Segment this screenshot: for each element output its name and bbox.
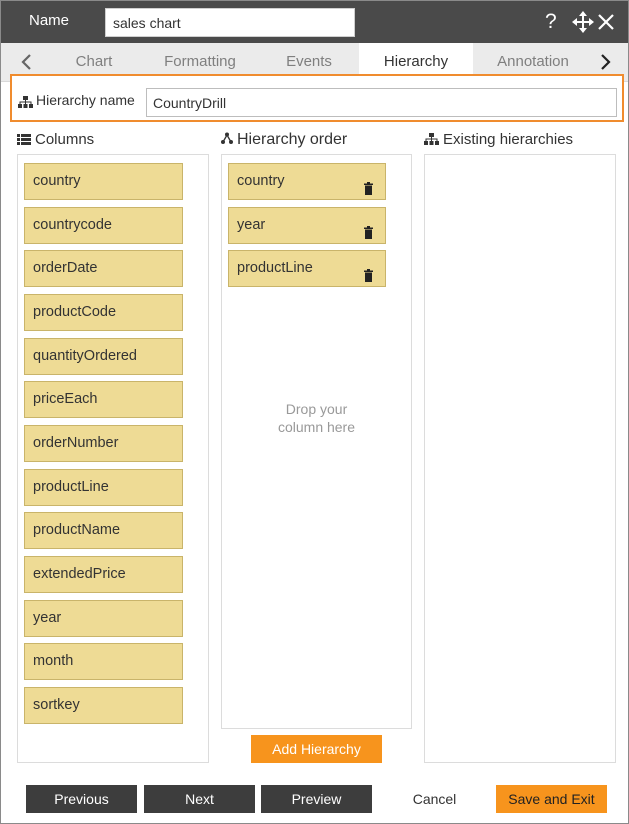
drop-hint: Drop your column here — [222, 400, 411, 436]
previous-button[interactable]: Previous — [26, 785, 137, 813]
trash-icon[interactable] — [364, 174, 373, 195]
order-chip-country[interactable]: country — [228, 163, 386, 200]
chart-dialog: Name ? — [0, 0, 629, 824]
close-icon[interactable] — [597, 9, 615, 38]
order-chip-year[interactable]: year — [228, 207, 386, 244]
cancel-button[interactable]: Cancel — [379, 785, 490, 813]
column-chip-sortkey[interactable]: sortkey — [24, 687, 183, 724]
columns-title-text: Columns — [35, 131, 95, 148]
trash-icon[interactable] — [364, 218, 373, 239]
order-chip-label: productLine — [237, 260, 313, 276]
column-chip-country[interactable]: country — [24, 163, 183, 200]
hierarchy-icon — [18, 95, 33, 113]
hierarchy-order-title: Hierarchy order — [221, 131, 347, 149]
column-chip-productcode[interactable]: productCode — [24, 294, 183, 331]
column-chip-productname[interactable]: productName — [24, 512, 183, 549]
order-chip-label: year — [237, 217, 266, 233]
hierarchy-icon — [424, 132, 439, 149]
hierarchy-name-row: Hierarchy name — [10, 74, 624, 122]
columns-panel: country countrycode orderDate productCod… — [17, 154, 209, 763]
preview-button[interactable]: Preview — [261, 785, 372, 813]
hierarchy-name-label: Hierarchy name — [36, 92, 135, 108]
next-button[interactable]: Next — [144, 785, 255, 813]
list-icon — [17, 132, 31, 149]
drop-hint-text: Drop your column here — [277, 401, 356, 435]
name-label: Name — [29, 12, 70, 29]
chart-name-input[interactable] — [105, 8, 355, 37]
help-icon[interactable]: ? — [545, 9, 557, 35]
save-and-exit-button[interactable]: Save and Exit — [496, 785, 607, 813]
column-chip-quantityordered[interactable]: quantityOrdered — [24, 338, 183, 375]
add-hierarchy-button[interactable]: Add Hierarchy — [251, 735, 382, 763]
column-chip-month[interactable]: month — [24, 643, 183, 680]
move-icon[interactable] — [572, 9, 594, 40]
hierarchy-order-panel[interactable]: country year productLine Drop your colum… — [221, 154, 412, 729]
existing-hierarchies-panel — [424, 154, 616, 763]
order-chip-productline[interactable]: productLine — [228, 250, 386, 287]
column-chip-priceeach[interactable]: priceEach — [24, 381, 183, 418]
dialog-header: Name ? — [1, 1, 628, 43]
column-chip-ordernumber[interactable]: orderNumber — [24, 425, 183, 462]
trash-icon[interactable] — [364, 261, 373, 282]
columns-title: Columns — [17, 131, 94, 149]
existing-hierarchies-title-text: Existing hierarchies — [443, 131, 574, 148]
hierarchy-name-input[interactable] — [146, 88, 617, 117]
column-chip-extendedprice[interactable]: extendedPrice — [24, 556, 183, 593]
hierarchy-order-title-text: Hierarchy order — [237, 131, 348, 149]
column-chip-year[interactable]: year — [24, 600, 183, 637]
column-chip-orderdate[interactable]: orderDate — [24, 250, 183, 287]
order-chip-label: country — [237, 173, 285, 189]
existing-hierarchies-title: Existing hierarchies — [424, 131, 573, 149]
column-chip-countrycode[interactable]: countrycode — [24, 207, 183, 244]
sitemap-icon — [221, 131, 233, 149]
column-chip-productline[interactable]: productLine — [24, 469, 183, 506]
